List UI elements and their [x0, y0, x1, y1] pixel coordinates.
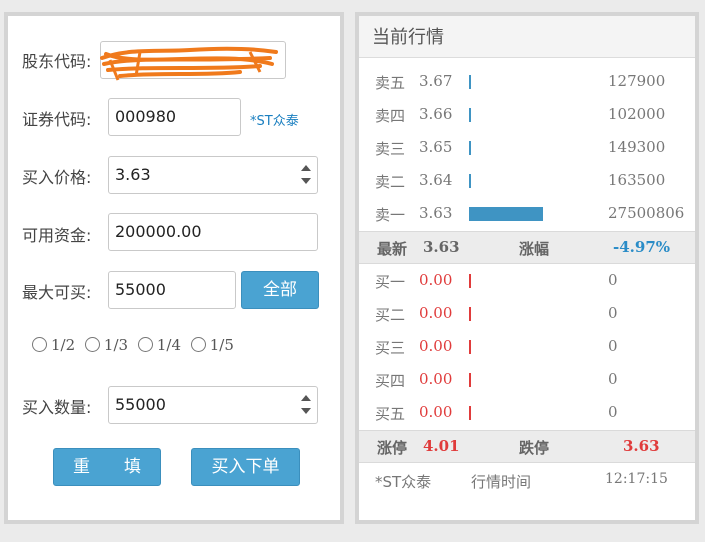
buy-price-value: 3.63	[115, 165, 151, 184]
buy-level-label: 买三	[375, 339, 406, 357]
redaction-scribble	[100, 46, 278, 81]
sell-level-label: 卖四	[375, 107, 406, 125]
sell-level-label: 卖二	[375, 173, 406, 191]
market-title: 当前行情	[359, 16, 695, 58]
buy-volume-bar	[469, 307, 471, 321]
max-buy-label: 最大可买:	[22, 283, 92, 302]
sell-level-row: 卖四 3.66 102000	[359, 99, 695, 132]
radio-icon[interactable]	[84, 337, 100, 352]
sell-level-row: 卖五 3.67 127900	[359, 66, 695, 99]
security-code-label: 证券代码:	[22, 110, 92, 129]
buy-volume-bar	[469, 274, 471, 288]
buy-volume-bar	[469, 340, 471, 354]
sell-volume-bar	[469, 174, 471, 188]
buy-order-panel: 股东代码: 证券代码: 000980 *ST众泰 买入价格: 3.63 可用资金…	[4, 12, 344, 524]
change-label: 涨幅	[519, 240, 550, 258]
footer-time: 12:17:15	[605, 471, 668, 487]
reset-button[interactable]: 重 填	[53, 448, 161, 486]
quantity-stepper[interactable]	[299, 391, 313, 419]
buy-price-input[interactable]: 3.63	[108, 156, 318, 194]
sell-level-label: 卖一	[375, 206, 406, 224]
fraction-fifth[interactable]: 1/5	[190, 336, 234, 354]
latest-price: 3.63	[423, 238, 460, 256]
limit-down-value: 3.63	[623, 437, 660, 455]
limit-down-label: 跌停	[519, 439, 550, 457]
buy-level-row: 买五 0.00 0	[359, 397, 695, 430]
sell-volume-bar	[469, 207, 543, 221]
buy-level-price: 0.00	[419, 304, 453, 322]
max-buy-field[interactable]: 55000	[108, 271, 236, 309]
quantity-input[interactable]: 55000	[108, 386, 318, 424]
buy-level-label: 买五	[375, 405, 406, 423]
sell-volume-bar	[469, 75, 471, 89]
stepper-up-icon[interactable]	[301, 165, 311, 171]
latest-summary-row: 最新 3.63 涨幅 -4.97%	[359, 231, 695, 264]
quantity-value: 55000	[115, 395, 166, 414]
buy-level-price: 0.00	[419, 403, 453, 421]
buy-level-volume: 0	[608, 304, 618, 322]
buy-price-stepper[interactable]	[299, 161, 313, 189]
buy-level-price: 0.00	[419, 337, 453, 355]
buy-volume-bar	[469, 406, 471, 420]
stock-name: *ST众泰	[250, 114, 299, 129]
buy-price-label: 买入价格:	[22, 168, 92, 187]
sell-level-label: 卖五	[375, 74, 406, 92]
buy-level-label: 买二	[375, 306, 406, 324]
buy-level-label: 买四	[375, 372, 406, 390]
buy-level-price: 0.00	[419, 271, 453, 289]
fraction-half[interactable]: 1/2	[32, 336, 75, 354]
fraction-quarter[interactable]: 1/4	[137, 336, 181, 354]
latest-label: 最新	[377, 240, 408, 258]
buy-level-label: 买一	[375, 273, 406, 291]
security-code-input[interactable]: 000980	[108, 98, 241, 136]
limit-summary-row: 涨停 4.01 跌停 3.63	[359, 430, 695, 463]
stepper-up-icon[interactable]	[301, 395, 311, 401]
limit-up-value: 4.01	[423, 437, 460, 455]
sell-level-volume: 149300	[608, 138, 666, 156]
submit-buy-button[interactable]: 买入下单	[191, 448, 300, 486]
quantity-label: 买入数量:	[22, 398, 92, 417]
buy-level-volume: 0	[608, 370, 618, 388]
buy-level-row: 买四 0.00 0	[359, 364, 695, 397]
sell-level-row: 卖二 3.64 163500	[359, 165, 695, 198]
sell-level-volume: 163500	[608, 171, 666, 189]
sell-level-row: 卖三 3.65 149300	[359, 132, 695, 165]
sell-level-volume: 127900	[608, 72, 666, 90]
change-value: -4.97%	[613, 238, 671, 256]
sell-level-volume: 102000	[608, 105, 666, 123]
sell-level-price: 3.66	[419, 105, 453, 123]
sell-level-price: 3.65	[419, 138, 453, 156]
stepper-down-icon[interactable]	[301, 408, 311, 414]
market-quote-panel: 当前行情 卖五 3.67 127900 卖四 3.66 102000 卖三 3.65 14930…	[355, 12, 699, 524]
stepper-down-icon[interactable]	[301, 178, 311, 184]
sell-volume-bar	[469, 108, 471, 122]
buy-level-volume: 0	[608, 337, 618, 355]
radio-icon[interactable]	[137, 337, 153, 352]
buy-level-row: 买二 0.00 0	[359, 298, 695, 331]
buy-all-button[interactable]: 全部	[241, 271, 319, 309]
fraction-options: 1/2 1/3 1/4 1/5	[32, 336, 239, 354]
sell-level-row: 卖一 3.63 27500806	[359, 198, 695, 231]
buy-level-row: 买一 0.00 0	[359, 265, 695, 298]
buy-level-volume: 0	[608, 403, 618, 421]
footer-time-label: 行情时间	[471, 473, 532, 491]
sell-level-price: 3.67	[419, 72, 453, 90]
radio-icon[interactable]	[32, 337, 47, 352]
available-funds-field[interactable]: 200000.00	[108, 213, 318, 251]
sell-level-volume: 27500806	[608, 204, 685, 222]
buy-level-price: 0.00	[419, 370, 453, 388]
radio-icon[interactable]	[190, 337, 206, 352]
sell-level-price: 3.63	[419, 204, 453, 222]
fraction-third[interactable]: 1/3	[84, 336, 128, 354]
shareholder-code-label: 股东代码:	[22, 52, 92, 71]
sell-volume-bar	[469, 141, 471, 155]
limit-up-label: 涨停	[377, 439, 408, 457]
footer-stock-name: *ST众泰	[375, 473, 432, 491]
sell-level-price: 3.64	[419, 171, 453, 189]
buy-level-volume: 0	[608, 271, 618, 289]
sell-level-label: 卖三	[375, 140, 406, 158]
buy-level-row: 买三 0.00 0	[359, 331, 695, 364]
available-funds-label: 可用资金:	[22, 226, 92, 245]
buy-volume-bar	[469, 373, 471, 387]
